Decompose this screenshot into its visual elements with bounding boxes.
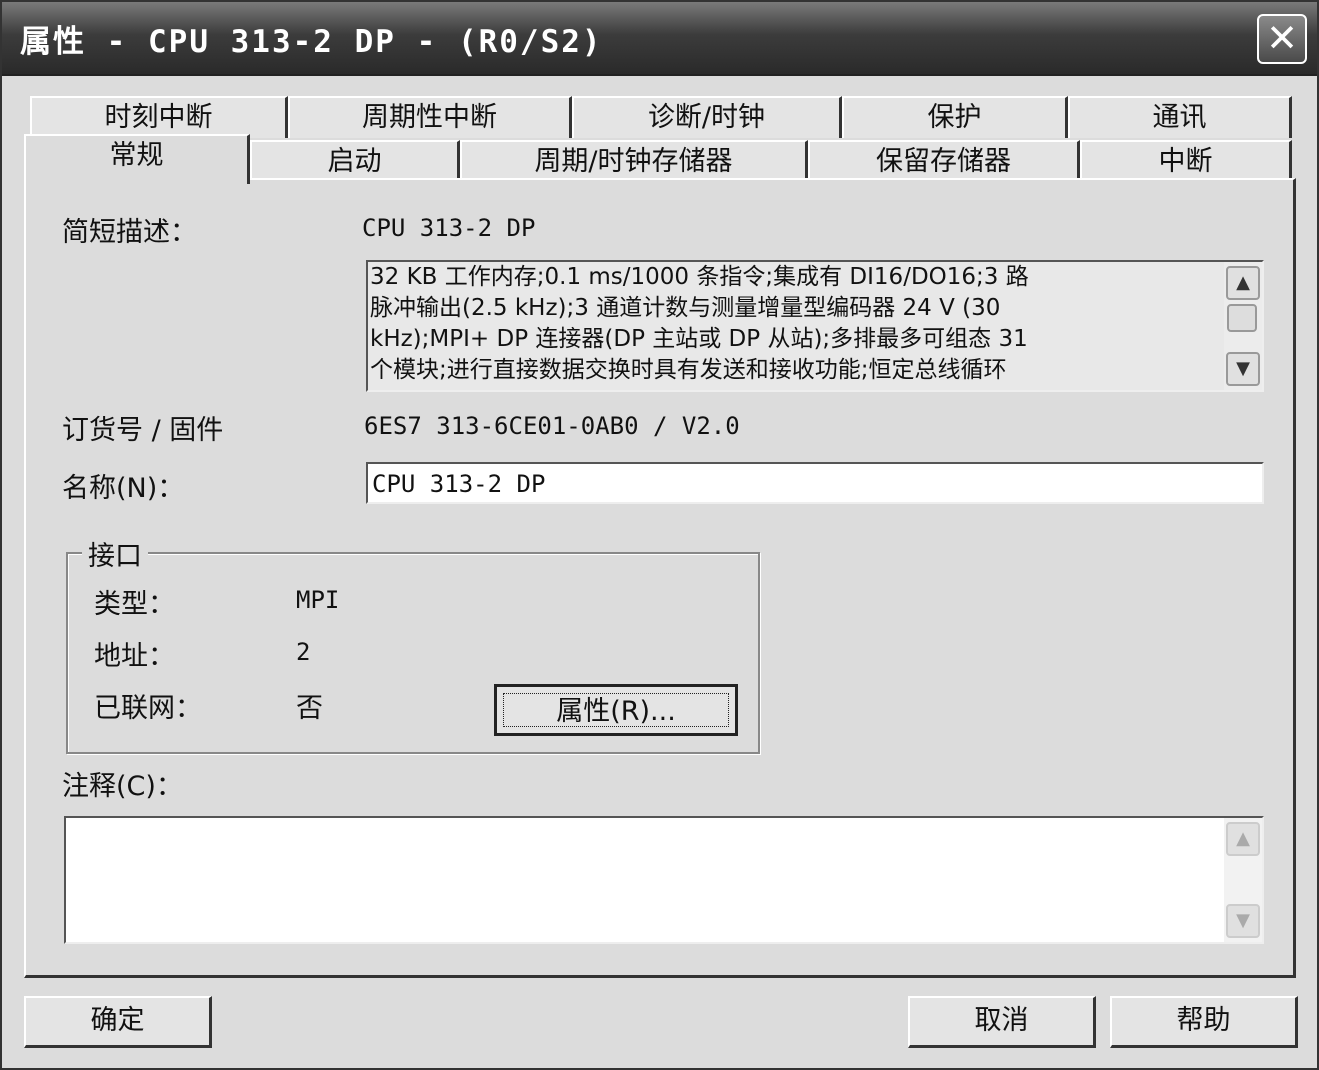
description-text: 32 KB 工作内存;0.1 ms/1000 条指令;集成有 DI16/DO16…	[370, 262, 1222, 386]
description-line: 脉冲输出(2.5 kHz);3 通道计数与测量增量型编码器 24 V (30	[370, 295, 1001, 321]
tab-communication[interactable]: 通讯	[1068, 96, 1292, 138]
properties-button-label: 属性(R)...	[503, 693, 729, 727]
tab-cycle-clock-memory[interactable]: 周期/时钟存储器	[460, 140, 808, 182]
tab-diagnostics-clock[interactable]: 诊断/时钟	[572, 96, 842, 138]
tab-time-interrupt[interactable]: 时刻中断	[30, 96, 288, 138]
short-desc-label: 简短描述：	[62, 217, 197, 248]
tab-interrupts[interactable]: 中断	[1080, 140, 1292, 182]
comment-scrollbar[interactable]: ▲ ▼	[1224, 818, 1262, 942]
tab-retentive-memory[interactable]: 保留存储器	[808, 140, 1080, 182]
description-textbox[interactable]: 32 KB 工作内存;0.1 ms/1000 条指令;集成有 DI16/DO16…	[366, 260, 1264, 392]
window-title: 属性 - CPU 313-2 DP - (R0/S2)	[20, 24, 603, 60]
scroll-down-icon[interactable]: ▼	[1226, 352, 1260, 386]
interface-type-value: MPI	[296, 586, 340, 614]
order-number-value: 6ES7 313-6CE01-0AB0 / V2.0	[364, 412, 740, 440]
ok-button[interactable]: 确定	[24, 996, 212, 1048]
title-bar: 属性 - CPU 313-2 DP - (R0/S2) ✕	[2, 2, 1317, 76]
interface-properties-button[interactable]: 属性(R)...	[494, 684, 738, 736]
name-field-value: CPU 313-2 DP	[372, 470, 546, 498]
scroll-down-icon[interactable]: ▼	[1226, 904, 1260, 938]
interface-address-label: 地址：	[94, 641, 175, 672]
interface-networked-value: 否	[296, 693, 323, 724]
scroll-thumb[interactable]	[1227, 304, 1257, 332]
comment-textarea[interactable]: ▲ ▼	[64, 816, 1264, 944]
name-label: 名称(N)：	[62, 473, 185, 504]
comment-label: 注释(C)：	[62, 771, 183, 802]
close-button[interactable]: ✕	[1257, 14, 1307, 64]
order-number-label: 订货号 / 固件	[62, 415, 224, 446]
general-tab-panel: 简短描述： CPU 313-2 DP 32 KB 工作内存;0.1 ms/100…	[24, 178, 1296, 978]
tab-protection[interactable]: 保护	[842, 96, 1068, 138]
tab-general[interactable]: 常规	[24, 134, 250, 184]
scroll-up-icon[interactable]: ▲	[1226, 822, 1260, 856]
description-scrollbar[interactable]: ▲ ▼	[1224, 262, 1262, 390]
scroll-up-icon[interactable]: ▲	[1226, 266, 1260, 300]
close-icon: ✕	[1266, 16, 1298, 60]
description-line: 个模块;进行直接数据交换时具有发送和接收功能;恒定总线循环	[370, 357, 1007, 383]
tab-startup[interactable]: 启动	[250, 140, 460, 182]
interface-type-label: 类型：	[94, 589, 175, 620]
cancel-button[interactable]: 取消	[908, 996, 1096, 1048]
interface-group-title: 接口	[82, 534, 148, 573]
description-line: kHz);MPI+ DP 连接器(DP 主站或 DP 从站);多排最多可组态 3…	[370, 326, 1028, 352]
interface-networked-label: 已联网：	[94, 693, 202, 724]
short-desc-value: CPU 313-2 DP	[362, 214, 536, 242]
tab-cyclic-interrupt[interactable]: 周期性中断	[288, 96, 572, 138]
description-line: 32 KB 工作内存;0.1 ms/1000 条指令;集成有 DI16/DO16…	[370, 264, 1029, 290]
help-button[interactable]: 帮助	[1110, 996, 1298, 1048]
interface-address-value: 2	[296, 638, 311, 666]
interface-groupbox: 接口 类型： MPI 地址： 2 已联网： 否 属性(R)...	[66, 534, 760, 754]
name-field[interactable]: CPU 313-2 DP	[366, 462, 1264, 504]
properties-dialog: 属性 - CPU 313-2 DP - (R0/S2) ✕ 时刻中断 周期性中断…	[0, 0, 1319, 1070]
